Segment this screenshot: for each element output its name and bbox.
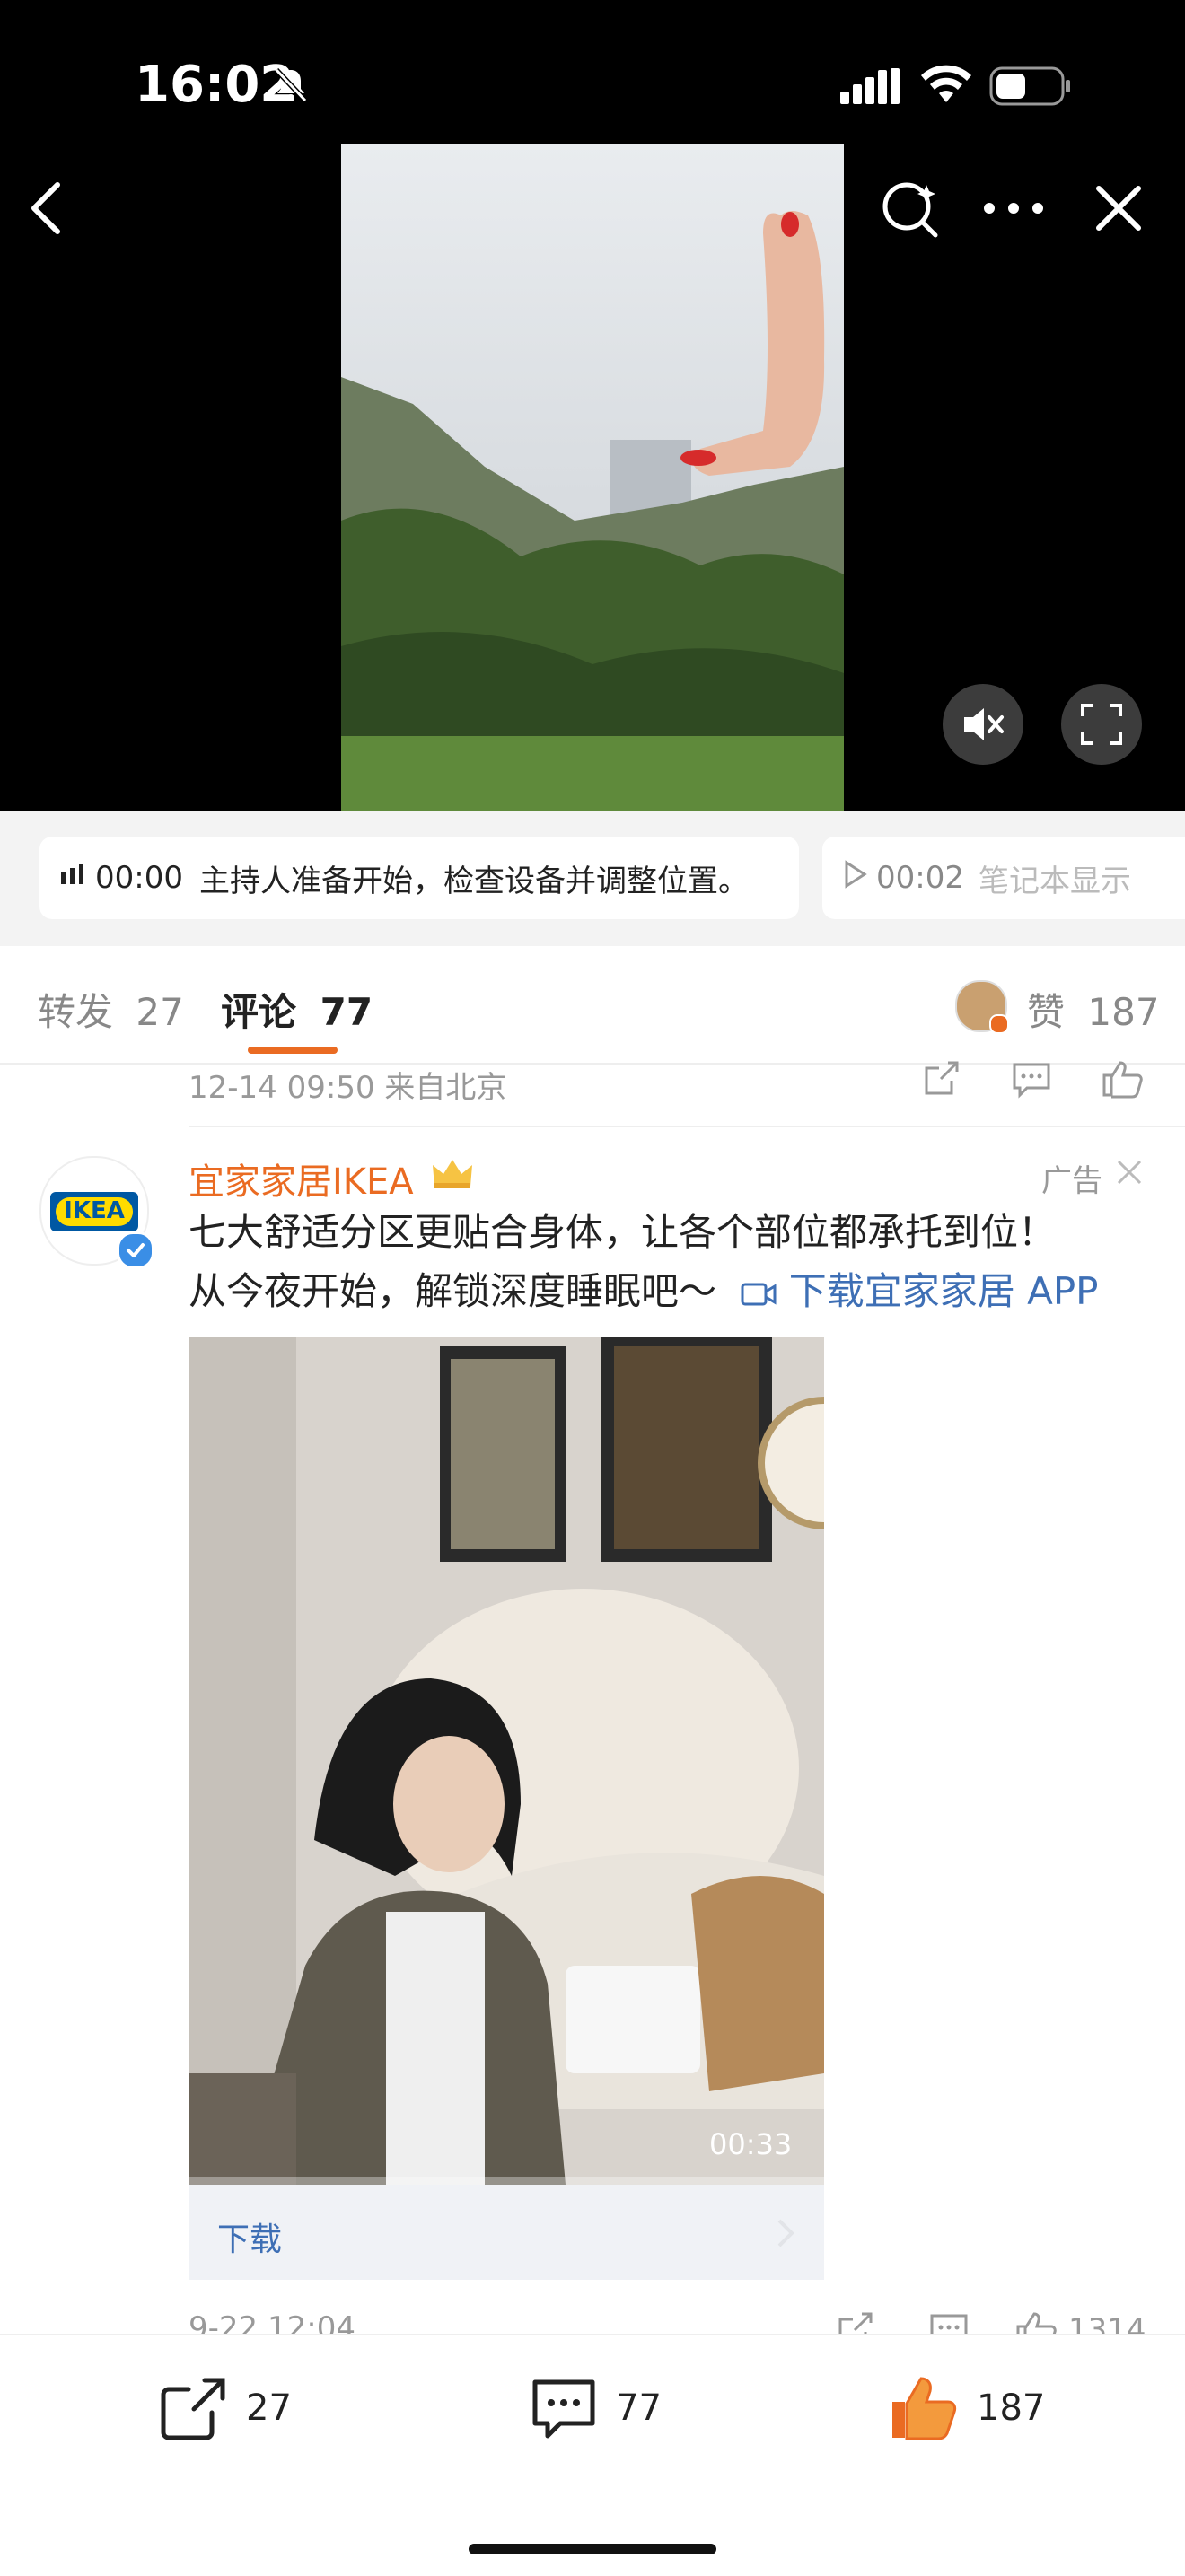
transcript-time: 00:00 [95,860,183,896]
tab-comments-label: 评论 [221,990,297,1034]
ad-link-text: 下载宜家家居 APP [788,1269,1099,1313]
search-button[interactable] [880,178,943,244]
checkmark-icon [127,1243,145,1257]
tab-likes[interactable]: 赞 187 [1027,982,1160,1037]
magnifier-icon [882,182,938,238]
tab-comments-count: 77 [320,990,373,1034]
like-button[interactable]: 187 [887,2371,1066,2452]
transcript-text: 主持人准备开始，检查设备并调整位置。 [198,863,749,899]
tab-bar: 转发 27 评论 77 赞 187 [0,946,1185,1065]
share-icon [161,2378,225,2440]
close-icon [1117,1160,1142,1185]
tab-repost-label: 转发 [38,990,114,1034]
silent-bell-icon [271,65,311,108]
chevron-left-icon [31,182,60,234]
back-button[interactable] [25,180,70,241]
signal-icon [840,68,901,108]
tab-repost-count: 27 [136,990,184,1034]
fullscreen-button[interactable] [1061,684,1142,765]
ikea-logo: IKEA [50,1192,138,1231]
close-icon [1096,186,1141,231]
tab-likes-label: 赞 [1027,990,1066,1034]
divider [189,1126,1185,1127]
crown-icon [431,1156,474,1196]
video-camera-icon [741,1283,777,1305]
verified-badge [117,1231,154,1269]
tab-likes-count: 187 [1087,990,1160,1034]
transcript-chip[interactable]: 00:00 主持人准备开始，检查设备并调整位置。 [40,837,799,919]
ad-body-line-text: 从今夜开始，解锁深度睡眠吧～ [189,1269,717,1313]
more-button[interactable] [982,199,1045,221]
repost-button[interactable]: 27 [158,2375,338,2447]
play-icon [844,859,867,897]
comment-count: 77 [616,2388,662,2429]
ellipsis-icon [984,203,1043,214]
wifi-icon [919,65,973,108]
dismiss-ad-button[interactable] [1115,1158,1144,1190]
ad-link[interactable]: 下载宜家家居 APP [741,1269,1098,1313]
video-frame[interactable] [341,144,844,811]
comment-meta: 12-14 09:50 来自北京 [189,1070,507,1106]
sound-bars-icon [59,860,86,896]
transcript-time: 00:02 [876,860,964,896]
active-tab-indicator [248,1047,338,1054]
share-icon[interactable] [921,1059,961,1102]
ad-tag: 广告 [1041,1163,1102,1199]
repost-count: 27 [246,2388,292,2429]
transcript-chip[interactable]: 00:02 笔记本显示 [822,837,1185,919]
ad-video[interactable]: 00:33 [189,1337,824,2185]
ad-account-name[interactable]: 宜家家居IKEA [189,1152,414,1205]
speaker-mute-icon [964,708,1004,740]
tab-repost[interactable]: 转发 27 [38,982,184,1037]
battery-icon [989,66,1072,110]
video-duration: 00:33 [709,2127,793,2161]
ad-download-label: 下载 [217,2221,283,2258]
mute-button[interactable] [943,684,1023,765]
ad-body-line: 七大舒适分区更贴合身体，让各个部位都承托到位！ [189,1210,1057,1254]
thumbs-up-icon[interactable] [1101,1057,1144,1102]
thumbs-up-icon [892,2377,957,2440]
like-avatar-badge [989,1014,1009,1034]
video-progress-track [189,2177,824,2185]
transcript-strip: 00:00 主持人准备开始，检查设备并调整位置。 00:02 笔记本显示 [0,811,1185,946]
comment-button[interactable]: 77 [528,2375,707,2456]
ad-download-bar[interactable]: 下载 [189,2185,824,2280]
comment-icon[interactable] [1011,1061,1052,1102]
fullscreen-icon [1081,704,1122,745]
comment-icon [532,2379,595,2439]
like-count: 187 [977,2388,1046,2429]
bottom-action-bar: 27 77 187 [0,2334,1185,2576]
close-button[interactable] [1093,183,1144,237]
chevron-right-icon [776,2217,797,2253]
ad-body-line-2: 从今夜开始，解锁深度睡眠吧～ 下载宜家家居 APP [189,1262,1158,1321]
ikea-logo-text: IKEA [64,1197,125,1224]
ad-body: 七大舒适分区更贴合身体，让各个部位都承托到位！ 从今夜开始，解锁深度睡眠吧～ 下… [189,1203,1158,1321]
home-indicator[interactable] [469,2544,716,2554]
transcript-text: 笔记本显示 [978,863,1131,899]
tab-comments[interactable]: 评论 77 [221,982,373,1037]
